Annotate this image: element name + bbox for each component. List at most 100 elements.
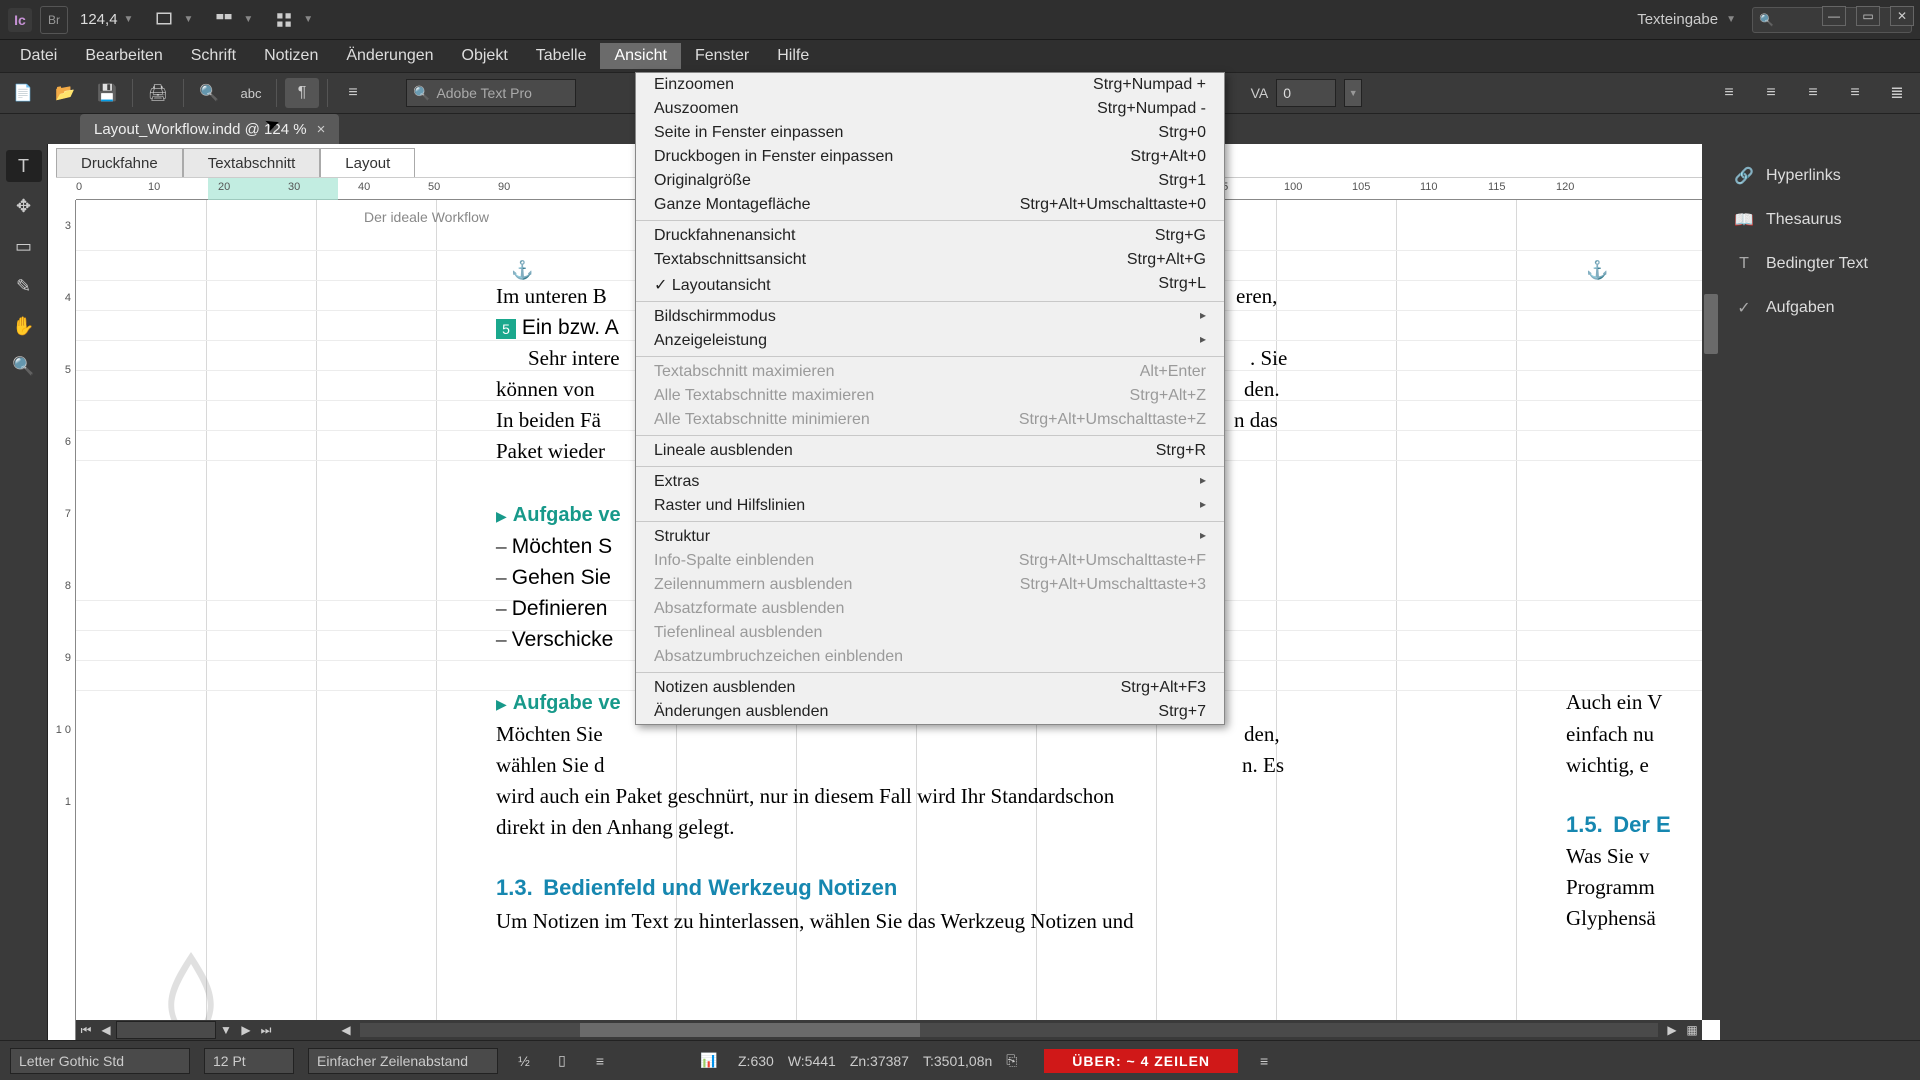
menu-item[interactable]: Lineale ausblendenStrg+R bbox=[636, 439, 1224, 463]
menu-item[interactable]: OriginalgrößeStrg+1 bbox=[636, 169, 1224, 193]
body-text: In beiden Fä bbox=[496, 406, 601, 434]
view-tab-textabschnitt[interactable]: Textabschnitt bbox=[183, 148, 321, 177]
page-number-input[interactable] bbox=[116, 1021, 216, 1039]
new-button[interactable]: 📄 bbox=[6, 78, 40, 108]
dropdown-icon[interactable]: ▼ bbox=[183, 14, 193, 25]
menu-icon[interactable]: ≡ bbox=[336, 78, 370, 108]
align-justify-button[interactable]: ≡ bbox=[1838, 78, 1872, 108]
vertical-scrollbar[interactable] bbox=[1702, 144, 1720, 1020]
workspace-mode[interactable]: Texteingabe bbox=[1637, 11, 1718, 28]
menu-item[interactable]: EinzoomenStrg+Numpad + bbox=[636, 73, 1224, 97]
menu-item[interactable]: Struktur bbox=[636, 525, 1224, 549]
zoom-value[interactable]: 124,4 bbox=[80, 11, 118, 28]
scroll-left-button[interactable]: ◀ bbox=[336, 1023, 356, 1037]
first-page-button[interactable]: ⏮ bbox=[76, 1023, 96, 1038]
menu-item[interactable]: Raster und Hilfslinien bbox=[636, 494, 1224, 518]
panel-bedingter text[interactable]: TBedingter Text bbox=[1720, 242, 1920, 286]
open-button[interactable]: 📂 bbox=[48, 78, 82, 108]
menu-objekt[interactable]: Objekt bbox=[448, 43, 522, 69]
minimize-button[interactable]: — bbox=[1822, 6, 1846, 26]
overset-warning[interactable]: ÜBER: ~ 4 ZEILEN bbox=[1044, 1049, 1238, 1073]
scroll-right-button[interactable]: ▶ bbox=[1662, 1023, 1682, 1037]
menu-icon[interactable]: ≡ bbox=[1252, 1053, 1276, 1069]
next-page-button[interactable]: ▶ bbox=[236, 1023, 256, 1037]
eyedropper-tool[interactable]: ✎ bbox=[6, 270, 42, 302]
dropdown-icon[interactable]: ▼ bbox=[1726, 14, 1736, 25]
dropdown-icon[interactable]: ▼ bbox=[243, 14, 253, 25]
screen-mode-button[interactable] bbox=[149, 6, 179, 34]
menu-schrift[interactable]: Schrift bbox=[177, 43, 250, 69]
ruler-tick: 20 bbox=[218, 181, 230, 193]
menu-item: Textabschnitt maximierenAlt+Enter bbox=[636, 360, 1224, 384]
position-tool[interactable]: ✥ bbox=[6, 190, 42, 222]
zoom-dropdown-icon[interactable]: ▼ bbox=[124, 14, 134, 25]
status-font-combo[interactable]: Letter Gothic Std bbox=[10, 1048, 190, 1074]
toolbar-menu-icon[interactable]: ≣ bbox=[1880, 78, 1914, 108]
tracking-input[interactable]: 0 bbox=[1276, 79, 1336, 107]
dropdown-icon[interactable]: ▼ bbox=[1344, 79, 1362, 107]
panel-thesaurus[interactable]: 📖Thesaurus bbox=[1720, 198, 1920, 242]
menu-item[interactable]: ✓ LayoutansichtStrg+L bbox=[636, 272, 1224, 298]
menu-item[interactable]: Druckbogen in Fenster einpassenStrg+Alt+… bbox=[636, 145, 1224, 169]
menu-bearbeiten[interactable]: Bearbeiten bbox=[71, 43, 176, 69]
menu-fenster[interactable]: Fenster bbox=[681, 43, 763, 69]
note-tool[interactable]: ▭ bbox=[6, 230, 42, 262]
view-tab-layout[interactable]: Layout bbox=[320, 148, 415, 177]
menu-item[interactable]: DruckfahnenansichtStrg+G bbox=[636, 224, 1224, 248]
menu-item[interactable]: Änderungen ausblendenStrg+7 bbox=[636, 700, 1224, 724]
menu-item[interactable]: Bildschirmmodus bbox=[636, 305, 1224, 329]
prev-page-button[interactable]: ◀ bbox=[96, 1023, 116, 1037]
print-button[interactable]: 🖨 bbox=[141, 78, 175, 108]
panel-hyperlinks[interactable]: 🔗Hyperlinks bbox=[1720, 154, 1920, 198]
close-button[interactable]: ✕ bbox=[1890, 6, 1914, 26]
menu-item[interactable]: Anzeigeleistung bbox=[636, 329, 1224, 353]
horizontal-scrollbar[interactable] bbox=[360, 1023, 1658, 1037]
document-tab[interactable]: Layout_Workflow.indd @ 124 % × bbox=[80, 114, 339, 144]
align-right-button[interactable]: ≡ bbox=[1796, 78, 1830, 108]
page-dropdown[interactable]: ▼ bbox=[216, 1023, 236, 1037]
ruler-tick: 110 bbox=[1420, 181, 1438, 193]
zoom-tool[interactable]: 🔍 bbox=[6, 350, 42, 382]
ruler-tick: 40 bbox=[358, 181, 370, 193]
split-view-button[interactable]: ▦ bbox=[1682, 1023, 1702, 1037]
menu-notizen[interactable]: Notizen bbox=[250, 43, 332, 69]
menu-item[interactable]: Notizen ausblendenStrg+Alt+F3 bbox=[636, 676, 1224, 700]
close-tab-icon[interactable]: × bbox=[317, 121, 326, 138]
panel-aufgaben[interactable]: ✓Aufgaben bbox=[1720, 286, 1920, 330]
scrollbar-thumb[interactable] bbox=[1704, 294, 1718, 354]
dropdown-icon[interactable]: ▼ bbox=[303, 14, 313, 25]
menu-hilfe[interactable]: Hilfe bbox=[763, 43, 823, 69]
menu-ansicht[interactable]: Ansicht bbox=[600, 43, 680, 69]
menu-änderungen[interactable]: Änderungen bbox=[332, 43, 447, 69]
lines-icon[interactable]: ≡ bbox=[588, 1053, 612, 1069]
align-left-button[interactable]: ≡ bbox=[1712, 78, 1746, 108]
menu-datei[interactable]: Datei bbox=[6, 43, 71, 69]
fraction-icon[interactable]: ½ bbox=[512, 1053, 536, 1069]
body-text: Im unteren B bbox=[496, 282, 607, 310]
menu-item[interactable]: Seite in Fenster einpassenStrg+0 bbox=[636, 121, 1224, 145]
scrollbar-thumb[interactable] bbox=[580, 1023, 920, 1037]
menu-item[interactable]: Ganze MontageflächeStrg+Alt+Umschalttast… bbox=[636, 193, 1224, 217]
find-button[interactable]: 🔍 bbox=[192, 78, 226, 108]
align-center-button[interactable]: ≡ bbox=[1754, 78, 1788, 108]
menu-item[interactable]: AuszoomenStrg+Numpad - bbox=[636, 97, 1224, 121]
arrange-button[interactable] bbox=[209, 6, 239, 34]
save-button[interactable]: 💾 bbox=[90, 78, 124, 108]
body-text: n. Es bbox=[1242, 751, 1284, 779]
menu-item[interactable]: Extras bbox=[636, 470, 1224, 494]
view-tab-druckfahne[interactable]: Druckfahne bbox=[56, 148, 183, 177]
last-page-button[interactable]: ⏭ bbox=[256, 1023, 276, 1038]
bridge-button[interactable]: Br bbox=[40, 6, 68, 34]
view-options-button[interactable] bbox=[269, 6, 299, 34]
maximize-button[interactable]: ▭ bbox=[1856, 6, 1880, 26]
spellcheck-button[interactable]: abc bbox=[234, 78, 268, 108]
status-size-combo[interactable]: 12 Pt bbox=[204, 1048, 294, 1074]
hand-tool[interactable]: ✋ bbox=[6, 310, 42, 342]
pilcrow-button[interactable]: ¶ bbox=[285, 78, 319, 108]
status-leading-combo[interactable]: Einfacher Zeilenabstand bbox=[308, 1048, 498, 1074]
menu-tabelle[interactable]: Tabelle bbox=[522, 43, 601, 69]
font-family-input[interactable]: 🔍Adobe Text Pro bbox=[406, 79, 576, 107]
type-tool[interactable]: T bbox=[6, 150, 42, 182]
menu-item[interactable]: TextabschnittsansichtStrg+Alt+G bbox=[636, 248, 1224, 272]
column-icon[interactable]: ▯ bbox=[550, 1052, 574, 1069]
